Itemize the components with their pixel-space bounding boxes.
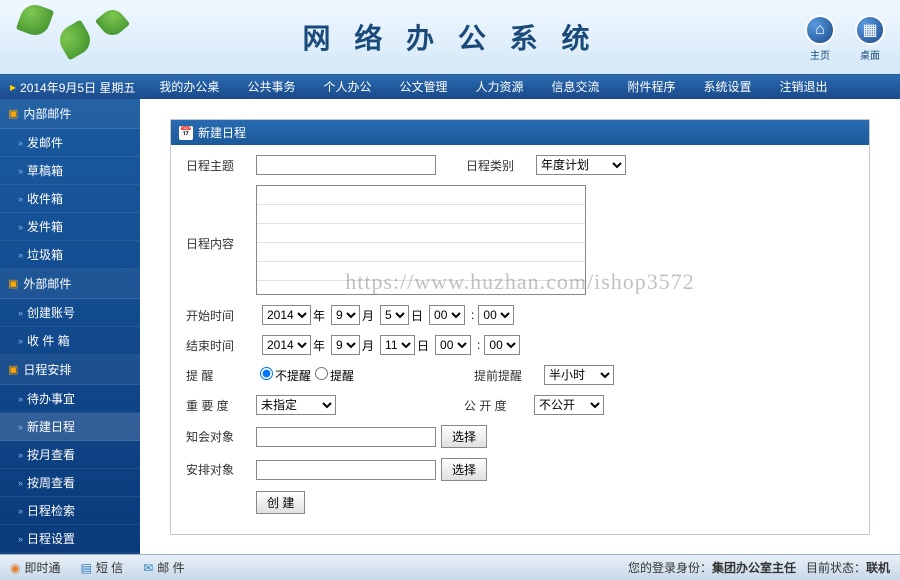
chevron-right-icon: » — [18, 166, 23, 176]
chevron-right-icon: » — [18, 394, 23, 404]
sidebar-item[interactable]: »日程设置 — [0, 525, 140, 553]
end-hour-select[interactable]: 00 — [435, 335, 471, 355]
importance-label: 重 要 度 — [186, 397, 256, 414]
folder-icon: ▣ — [8, 107, 18, 120]
start-month-select[interactable]: 9 — [331, 305, 360, 325]
calendar-icon: 📅 — [179, 126, 193, 140]
public-label: 公 开 度 — [464, 397, 534, 414]
category-select[interactable]: 年度计划 — [536, 155, 626, 175]
menu-item[interactable]: 注销退出 — [766, 75, 842, 99]
menu-item[interactable]: 公文管理 — [385, 75, 461, 99]
start-hour-select[interactable]: 00 — [429, 305, 465, 325]
chevron-right-icon: » — [18, 250, 23, 260]
home-icon[interactable]: ⌂主页 — [805, 15, 835, 62]
remind-advance-label: 提前提醒 — [474, 367, 544, 384]
mail-button[interactable]: ✉邮 件 — [143, 559, 184, 576]
menu-item[interactable]: 公共事务 — [233, 75, 309, 99]
remind-label: 提 醒 — [186, 367, 256, 384]
new-schedule-panel: 📅 新建日程 日程主题 日程类别 年度计划 日程内容 开始时间 2014年 — [170, 119, 870, 535]
notify-label: 知会对象 — [186, 428, 256, 445]
menubar: ▸ 2014年9月5日 星期五 我的办公桌公共事务个人办公公文管理人力资源信息交… — [0, 75, 900, 99]
chevron-right-icon: » — [18, 506, 23, 516]
sidebar-item[interactable]: »垃圾箱 — [0, 241, 140, 269]
create-button[interactable]: 创 建 — [256, 491, 305, 514]
app-title: 网 络 办 公 系 统 — [303, 17, 598, 57]
sidebar-item[interactable]: »按周查看 — [0, 469, 140, 497]
subject-input[interactable] — [256, 155, 436, 175]
sidebar-group[interactable]: ▣外部邮件 — [0, 269, 140, 299]
public-select[interactable]: 不公开 — [534, 395, 604, 415]
sidebar-group[interactable]: ▣内部邮件 — [0, 99, 140, 129]
start-year-select[interactable]: 2014 — [262, 305, 311, 325]
end-month-select[interactable]: 9 — [331, 335, 360, 355]
sidebar: ▣内部邮件»发邮件»草稿箱»收件箱»发件箱»垃圾箱▣外部邮件»创建账号»收 件 … — [0, 99, 140, 554]
menu-item[interactable]: 信息交流 — [538, 75, 614, 99]
start-min-select[interactable]: 00 — [478, 305, 514, 325]
folder-icon: ▣ — [8, 277, 18, 290]
chevron-right-icon: » — [18, 478, 23, 488]
content-label: 日程内容 — [186, 185, 256, 252]
sidebar-group[interactable]: ▣日程安排 — [0, 355, 140, 385]
remind-yes-option[interactable]: 提醒 — [311, 367, 354, 384]
header: 网 络 办 公 系 统 ⌂主页 ▦桌面 — [0, 0, 900, 75]
menu-item[interactable]: 我的办公桌 — [145, 75, 233, 99]
content-textarea[interactable] — [256, 185, 586, 295]
end-min-select[interactable]: 00 — [484, 335, 520, 355]
assign-input[interactable] — [256, 460, 436, 480]
menu-item[interactable]: 人力资源 — [461, 75, 537, 99]
sidebar-item[interactable]: »草稿箱 — [0, 157, 140, 185]
sidebar-item[interactable]: »收件箱 — [0, 185, 140, 213]
chevron-right-icon: » — [18, 308, 23, 318]
desktop-icon[interactable]: ▦桌面 — [855, 15, 885, 62]
sidebar-item[interactable]: »待办事宜 — [0, 385, 140, 413]
chevron-right-icon: » — [18, 194, 23, 204]
end-day-select[interactable]: 11 — [380, 335, 415, 355]
notify-select-button[interactable]: 选择 — [441, 425, 487, 448]
assign-label: 安排对象 — [186, 461, 256, 478]
chevron-right-icon: » — [18, 450, 23, 460]
sidebar-group[interactable]: ▣通 讯 录 — [0, 553, 140, 554]
menu-item[interactable]: 附件程序 — [614, 75, 690, 99]
category-label: 日程类别 — [466, 157, 536, 174]
end-time-label: 结束时间 — [186, 337, 256, 354]
chevron-right-icon: » — [18, 138, 23, 148]
menu-item[interactable]: 个人办公 — [309, 75, 385, 99]
sms-button[interactable]: ▤短 信 — [81, 559, 124, 576]
remind-no-option[interactable]: 不提醒 — [256, 367, 311, 384]
chevron-right-icon: » — [18, 422, 23, 432]
notify-input[interactable] — [256, 427, 436, 447]
sidebar-item[interactable]: »发件箱 — [0, 213, 140, 241]
chevron-right-icon: » — [18, 222, 23, 232]
statusbar: ◉即时通 ▤短 信 ✉邮 件 您的登录身份：集团办公室主任 目前状态：联机 — [0, 554, 900, 580]
remind-advance-select[interactable]: 半小时 — [544, 365, 614, 385]
menu-item[interactable]: 系统设置 — [690, 75, 766, 99]
subject-label: 日程主题 — [186, 157, 256, 174]
start-day-select[interactable]: 5 — [380, 305, 409, 325]
sidebar-item[interactable]: »日程检索 — [0, 497, 140, 525]
sidebar-item[interactable]: »发邮件 — [0, 129, 140, 157]
header-decoration — [0, 0, 180, 75]
date-display: ▸ 2014年9月5日 星期五 — [0, 79, 145, 96]
sidebar-item[interactable]: »收 件 箱 — [0, 327, 140, 355]
status-info: 目前状态：联机 — [806, 559, 890, 576]
chevron-right-icon: » — [18, 336, 23, 346]
folder-icon: ▣ — [8, 363, 18, 376]
chevron-right-icon: » — [18, 534, 23, 544]
start-time-label: 开始时间 — [186, 307, 256, 324]
assign-select-button[interactable]: 选择 — [441, 458, 487, 481]
im-button[interactable]: ◉即时通 — [10, 559, 61, 576]
sidebar-item[interactable]: »创建账号 — [0, 299, 140, 327]
sidebar-item[interactable]: »新建日程 — [0, 413, 140, 441]
panel-title: 📅 新建日程 — [171, 120, 869, 145]
importance-select[interactable]: 未指定 — [256, 395, 336, 415]
sidebar-item[interactable]: »按月查看 — [0, 441, 140, 469]
content-area: https://www.huzhan.com/ishop3572 📅 新建日程 … — [140, 99, 900, 554]
end-year-select[interactable]: 2014 — [262, 335, 311, 355]
login-info: 您的登录身份：集团办公室主任 — [628, 559, 796, 576]
